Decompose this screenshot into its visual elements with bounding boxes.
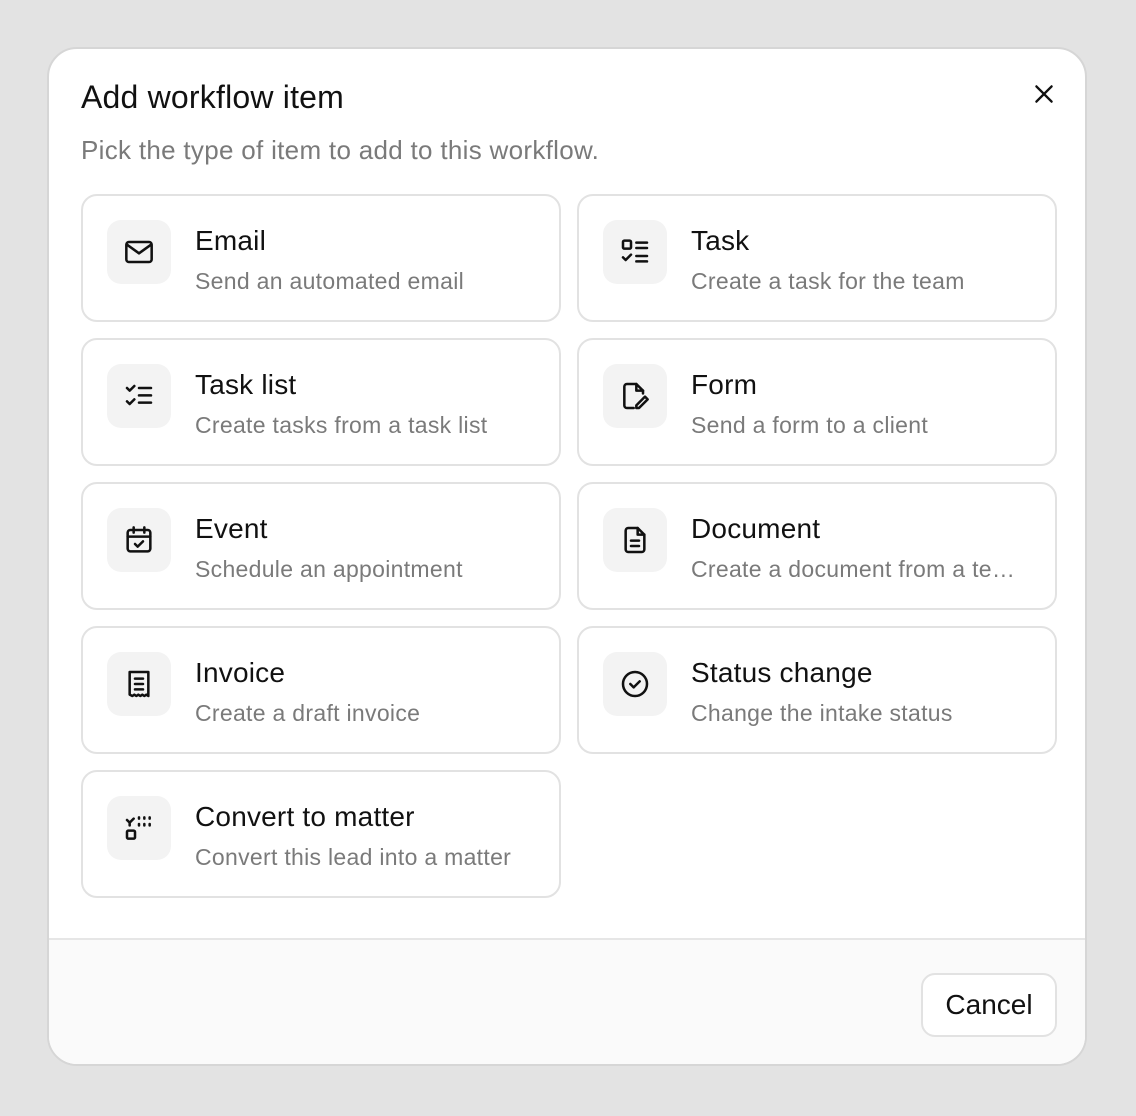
item-card-document[interactable]: Document Create a document from a te…	[577, 482, 1057, 610]
item-description: Create a draft invoice	[195, 700, 421, 726]
close-icon	[1031, 81, 1057, 107]
item-title: Convert to matter	[195, 801, 415, 832]
item-card-task-list[interactable]: Task list Create tasks from a task list	[81, 338, 561, 466]
item-description: Create a task for the team	[691, 268, 965, 294]
convert-icon	[107, 796, 171, 860]
mail-icon	[107, 220, 171, 284]
cancel-button[interactable]: Cancel	[921, 973, 1057, 1037]
item-title: Task	[691, 225, 750, 256]
item-title: Document	[691, 513, 821, 544]
item-card-email[interactable]: Email Send an automated email	[81, 194, 561, 322]
item-type-grid: Email Send an automated email Task Creat…	[81, 194, 1057, 898]
item-description: Create a document from a te…	[691, 556, 1016, 582]
item-description: Send a form to a client	[691, 412, 929, 438]
document-icon	[603, 508, 667, 572]
dialog-subtitle: Pick the type of item to add to this wor…	[81, 135, 600, 165]
item-title: Form	[691, 369, 758, 400]
item-card-form[interactable]: Form Send a form to a client	[577, 338, 1057, 466]
check-circle-icon	[603, 652, 667, 716]
item-description: Send an automated email	[195, 268, 465, 294]
calendar-check-icon	[107, 508, 171, 572]
item-card-event[interactable]: Event Schedule an appointment	[81, 482, 561, 610]
receipt-icon	[107, 652, 171, 716]
item-title: Invoice	[195, 657, 286, 688]
item-title: Status change	[691, 657, 873, 688]
dialog-footer: Cancel	[49, 938, 1085, 1064]
item-description: Schedule an appointment	[195, 556, 463, 582]
item-description: Convert this lead into a matter	[195, 844, 512, 870]
add-workflow-item-dialog: Add workflow item Pick the type of item …	[47, 47, 1087, 1066]
item-card-invoice[interactable]: Invoice Create a draft invoice	[81, 626, 561, 754]
item-card-convert-to-matter[interactable]: Convert to matter Convert this lead into…	[81, 770, 561, 898]
task-icon	[603, 220, 667, 284]
item-title: Event	[195, 513, 268, 544]
item-description: Change the intake status	[691, 700, 953, 726]
checklist-icon	[107, 364, 171, 428]
item-description: Create tasks from a task list	[195, 412, 488, 438]
item-title: Email	[195, 225, 267, 256]
close-button[interactable]	[1027, 77, 1061, 111]
form-edit-icon	[603, 364, 667, 428]
item-card-task[interactable]: Task Create a task for the team	[577, 194, 1057, 322]
item-title: Task list	[195, 369, 297, 400]
dialog-title: Add workflow item	[81, 79, 345, 115]
item-card-status-change[interactable]: Status change Change the intake status	[577, 626, 1057, 754]
